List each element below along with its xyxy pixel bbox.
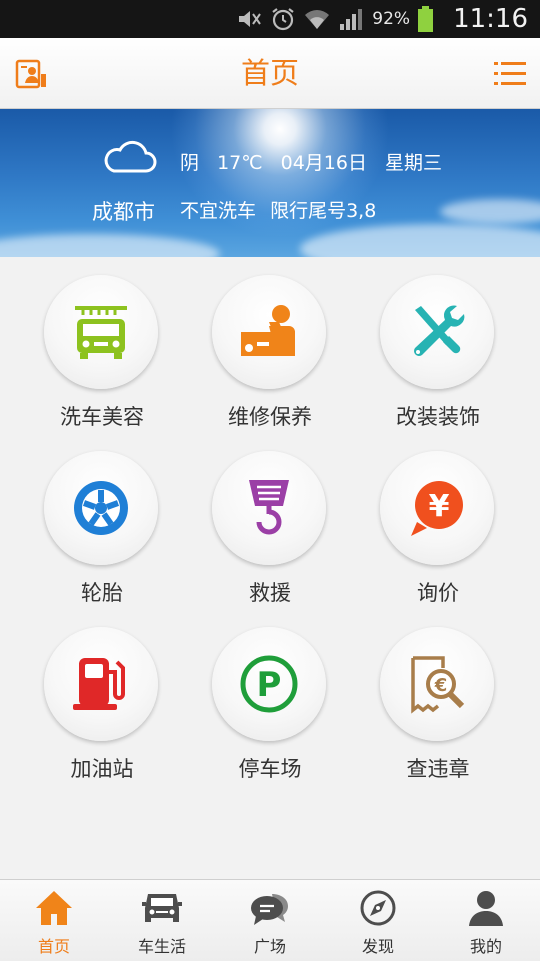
tire-icon xyxy=(74,481,128,535)
cloud-icon xyxy=(104,140,157,173)
tab-car-life[interactable]: 车生活 xyxy=(108,880,216,961)
car-wash-advice: 不宜洗车 xyxy=(180,200,257,222)
service-parking[interactable]: P 停车场 xyxy=(190,609,350,781)
service-icon-circle xyxy=(380,275,494,389)
car-life-icon xyxy=(142,894,182,922)
tools-icon xyxy=(414,305,465,356)
tab-label: 首页 xyxy=(37,937,70,956)
service-rescue[interactable]: 救援 xyxy=(190,433,350,605)
app-header: 首页 xyxy=(0,38,540,109)
tab-label: 发现 xyxy=(361,937,394,956)
tab-label: 车生活 xyxy=(137,937,186,956)
service-label: 洗车美容 xyxy=(60,405,144,429)
service-icon-circle xyxy=(44,451,158,565)
status-bar: 92% 11:16 xyxy=(0,0,540,38)
menu-icon[interactable] xyxy=(494,60,526,88)
weather-weekday: 星期三 xyxy=(385,152,443,174)
parking-icon: P xyxy=(240,655,298,713)
service-label: 改装装饰 xyxy=(396,405,480,429)
alarm-icon xyxy=(272,8,294,31)
cloud-band xyxy=(0,234,220,257)
weather-date: 04月16日 xyxy=(280,152,367,174)
service-label: 救援 xyxy=(249,581,291,605)
weather-city[interactable]: 成都市 xyxy=(92,196,155,226)
service-label: 询价 xyxy=(417,581,459,605)
tab-home[interactable]: 首页 xyxy=(0,880,108,961)
tow-hook-icon xyxy=(249,480,289,535)
service-car-wash[interactable]: 洗车美容 xyxy=(22,257,182,429)
battery-percent: 92% xyxy=(372,9,411,29)
weather-advice: 不宜洗车 限行尾号3,8 xyxy=(180,196,384,223)
price-icon: ¥ xyxy=(411,481,463,536)
repair-icon xyxy=(241,305,295,356)
service-modification[interactable]: 改装装饰 xyxy=(358,257,518,429)
service-label: 查违章 xyxy=(406,757,470,781)
battery-icon xyxy=(418,6,434,32)
service-icon-circle xyxy=(212,451,326,565)
service-violation-check[interactable]: € 查违章 xyxy=(358,609,518,781)
service-label: 停车场 xyxy=(238,757,302,781)
user-icon xyxy=(469,891,503,926)
violation-search-icon: € xyxy=(411,656,465,714)
service-icon-circle xyxy=(44,275,158,389)
service-icon-circle xyxy=(44,627,158,741)
service-grid: 洗车美容 维修保养 改装装饰 轮胎 救援 ¥ 询价 加油站 P 停车场 € 查违… xyxy=(0,257,540,879)
signal-icon xyxy=(340,9,363,30)
tab-label: 广场 xyxy=(253,937,286,956)
car-wash-icon xyxy=(75,306,127,359)
service-icon-circle xyxy=(212,275,326,389)
clock: 11:16 xyxy=(453,4,528,34)
tab-mine[interactable]: 我的 xyxy=(432,880,540,961)
tab-square[interactable]: 广场 xyxy=(216,880,324,961)
service-gas-station[interactable]: 加油站 xyxy=(22,609,182,781)
cloud-band xyxy=(300,224,540,257)
svg-text:¥: ¥ xyxy=(429,489,450,524)
service-label: 维修保养 xyxy=(228,405,312,429)
service-price-inquiry[interactable]: ¥ 询价 xyxy=(358,433,518,605)
tab-discover[interactable]: 发现 xyxy=(324,880,432,961)
service-tire[interactable]: 轮胎 xyxy=(22,433,182,605)
service-label: 轮胎 xyxy=(81,581,123,605)
mute-icon xyxy=(239,11,262,27)
chat-icon xyxy=(251,894,288,925)
cloud-band xyxy=(440,199,540,224)
weather-banner[interactable] xyxy=(0,109,540,257)
wifi-icon xyxy=(305,10,330,29)
weather-condition: 阴 xyxy=(180,152,200,174)
svg-text:€: € xyxy=(434,675,448,696)
page-title: 首页 xyxy=(240,56,299,90)
service-icon-circle: € xyxy=(380,627,494,741)
compass-icon xyxy=(360,890,396,926)
service-repair[interactable]: 维修保养 xyxy=(190,257,350,429)
svg-text:P: P xyxy=(257,665,282,705)
weather-temperature: 17℃ xyxy=(217,152,263,174)
tab-bar: 首页 车生活 广场 发现 我的 xyxy=(0,879,540,961)
traffic-restriction: 限行尾号3,8 xyxy=(270,200,377,222)
service-icon-circle: ¥ xyxy=(380,451,494,565)
tab-label: 我的 xyxy=(469,937,502,956)
service-label: 加油站 xyxy=(70,757,134,781)
home-icon xyxy=(36,891,72,925)
service-icon-circle: P xyxy=(212,627,326,741)
gas-pump-icon xyxy=(73,658,125,710)
weather-summary: 阴 17℃ 04月16日 星期三 xyxy=(180,148,454,175)
